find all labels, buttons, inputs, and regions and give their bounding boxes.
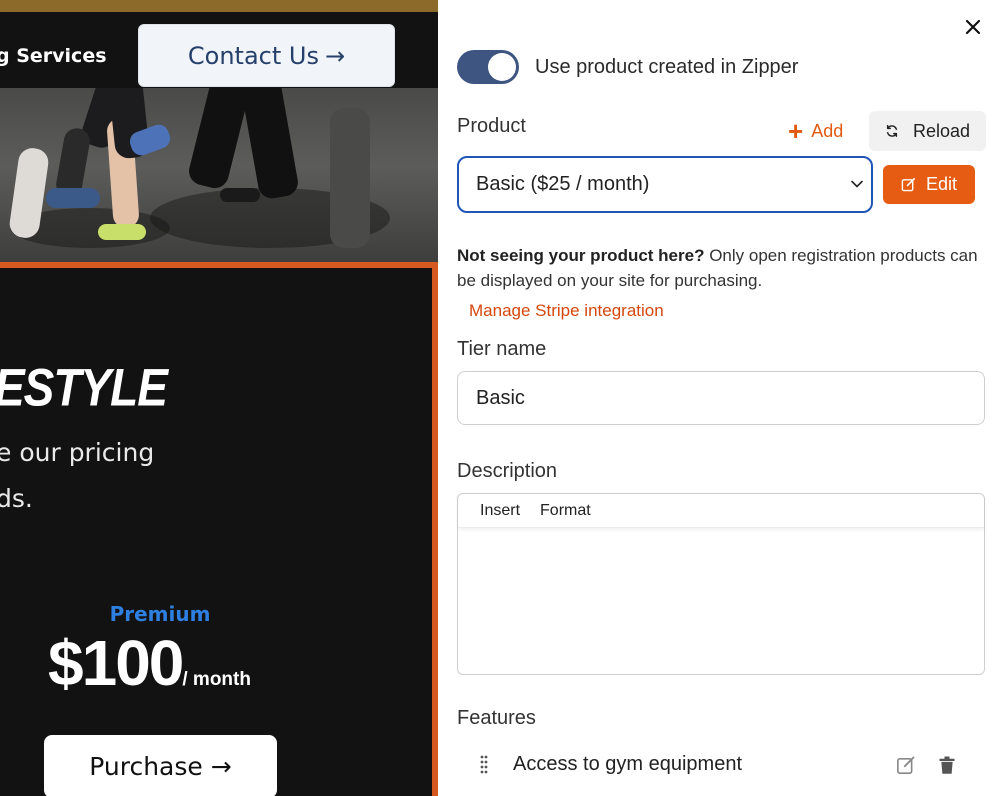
description-label: Description — [457, 460, 558, 482]
product-select-value: Basic ($25 / month) — [476, 173, 650, 195]
reload-label: Reload — [912, 120, 971, 141]
product-select[interactable]: Basic ($25 / month) — [457, 156, 873, 213]
edit-icon[interactable] — [896, 755, 916, 775]
section-heading: ESTYLE — [0, 357, 168, 417]
drag-handle-icon[interactable] — [479, 754, 489, 776]
product-help-text: Not seeing your product here? Only open … — [457, 243, 987, 293]
help-bold: Not seeing your product here? — [457, 246, 705, 265]
editor-toolbar: Insert Format — [458, 494, 984, 528]
tier-name-value: Basic — [476, 386, 525, 409]
arrow-right-icon: → — [324, 41, 346, 70]
toggle-label: Use product created in Zipper — [535, 56, 799, 78]
edit-label: Edit — [925, 174, 958, 194]
purchase-button[interactable]: Purchase → — [44, 735, 277, 796]
close-icon[interactable] — [962, 16, 984, 38]
trash-icon[interactable] — [937, 755, 957, 775]
pricing-tier-name: Premium — [109, 602, 211, 626]
edit-product-button[interactable]: Edit — [883, 165, 975, 204]
hero-image — [0, 88, 438, 262]
purchase-label: Purchase — [89, 752, 203, 781]
contact-us-button[interactable]: Contact Us → — [138, 24, 395, 87]
price-amount: $100 — [48, 627, 184, 699]
tier-editor-panel: Use product created in Zipper Product + … — [438, 0, 1000, 796]
preview-nav: g Services Contact Us → — [0, 12, 438, 88]
manage-stripe-link[interactable]: Manage Stripe integration — [469, 301, 664, 321]
plus-icon: + — [788, 116, 804, 146]
section-paragraph-line-2: ds. — [0, 484, 33, 513]
reload-icon — [886, 125, 898, 137]
chevron-down-icon — [851, 180, 863, 188]
site-preview: g Services Contact Us → ESTYLE e our pri… — [0, 0, 438, 796]
section-paragraph-line-1: e our pricing — [0, 438, 155, 467]
description-editor[interactable]: Insert Format — [457, 493, 985, 675]
preview-top-bar — [0, 0, 438, 12]
pricing-section: ESTYLE e our pricing ds. Premium $100/ m… — [0, 262, 438, 796]
price-period: / month — [182, 669, 251, 690]
contact-us-label: Contact Us — [187, 41, 319, 70]
use-zipper-product-toggle[interactable] — [457, 50, 519, 84]
product-label: Product — [457, 115, 526, 137]
toggle-knob — [488, 53, 516, 81]
feature-text: Access to gym equipment — [513, 753, 742, 775]
tier-name-label: Tier name — [457, 338, 547, 360]
features-label: Features — [457, 707, 536, 729]
arrow-right-icon: → — [210, 752, 232, 781]
edit-icon — [901, 178, 915, 192]
pricing-price: $100/ month — [48, 626, 251, 700]
add-label: Add — [811, 120, 844, 141]
add-product-button[interactable]: + Add — [788, 118, 843, 144]
reload-button[interactable]: Reload — [869, 111, 986, 151]
nav-link-services[interactable]: g Services — [0, 45, 107, 67]
menu-format[interactable]: Format — [540, 502, 591, 520]
tier-name-input[interactable]: Basic — [457, 371, 985, 425]
feature-item: Access to gym equipment — [457, 744, 985, 788]
menu-insert[interactable]: Insert — [480, 502, 520, 520]
